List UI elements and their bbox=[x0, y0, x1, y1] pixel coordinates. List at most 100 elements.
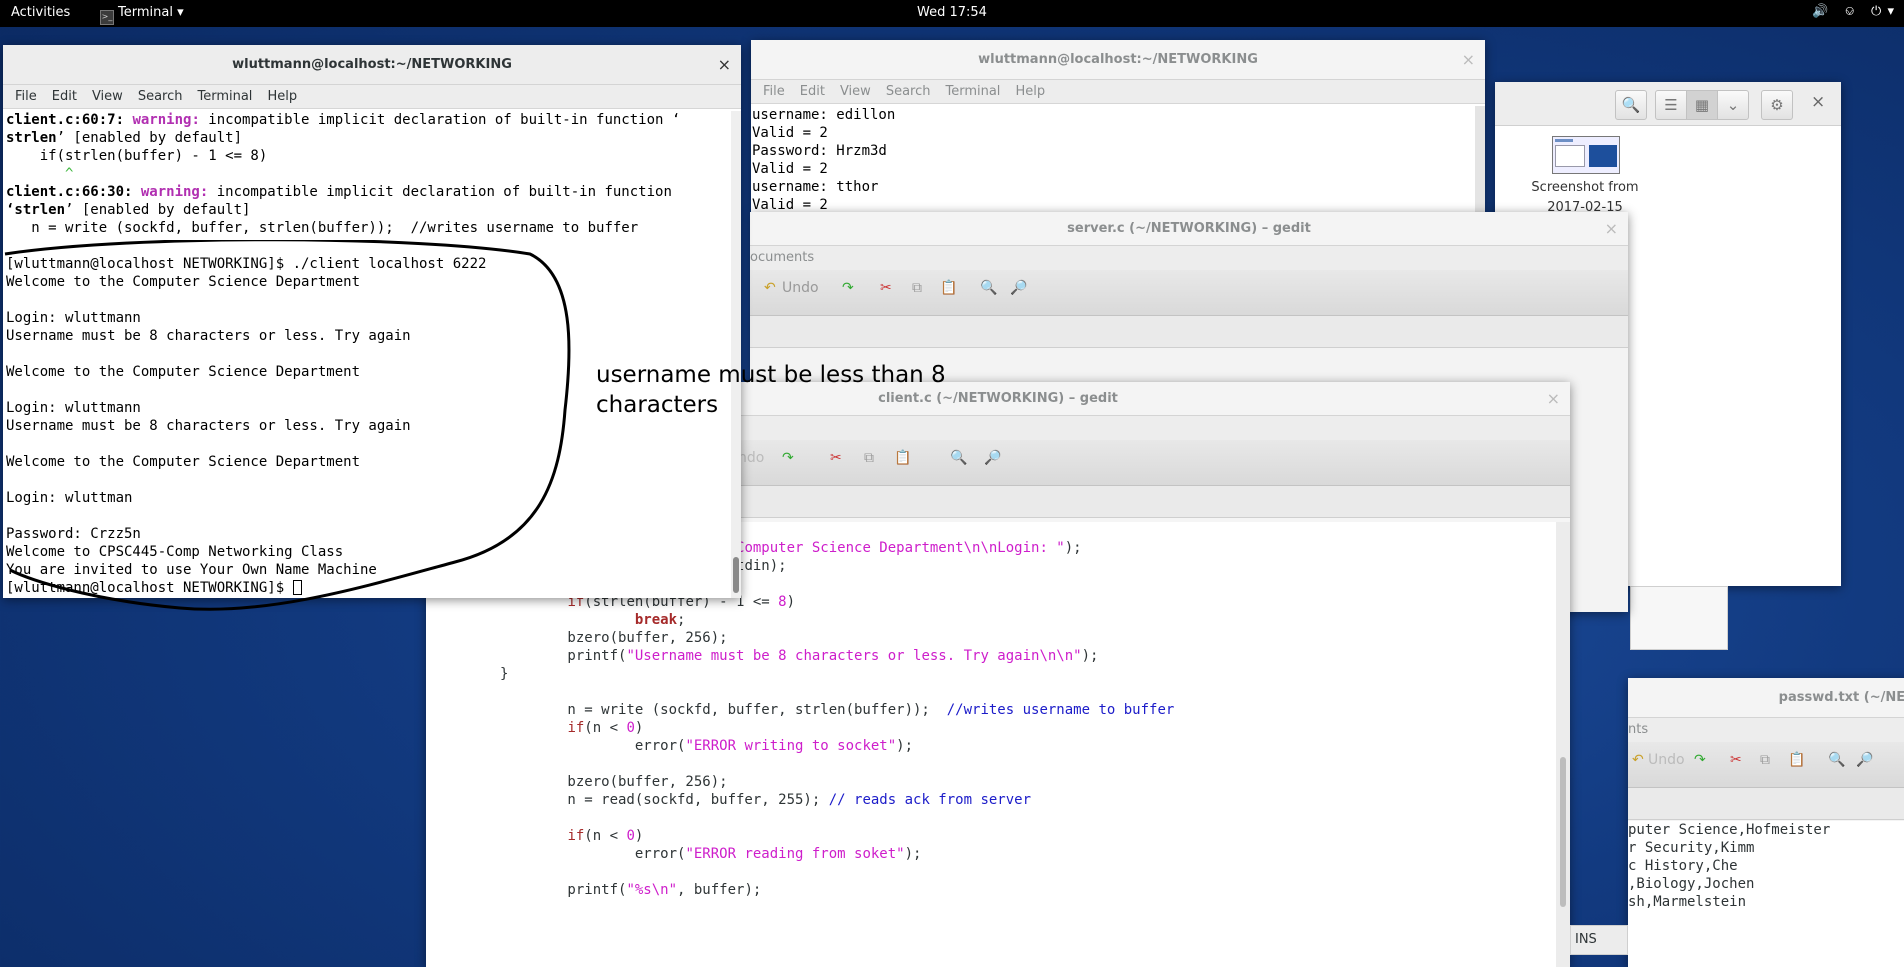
redo-icon[interactable]: ↷ bbox=[842, 280, 854, 296]
code-text: n = write (sockfd, buffer, strlen(buffer… bbox=[500, 702, 947, 718]
system-status-menu[interactable]: 🔊 ⎉ ⏻ ▾ bbox=[1800, 4, 1894, 19]
terminal-window-background[interactable]: wluttmann@localhost:~/NETWORKING × File E… bbox=[751, 40, 1485, 212]
scrollbar[interactable] bbox=[1556, 522, 1570, 967]
paste-icon[interactable]: 📋 bbox=[1788, 752, 1805, 768]
warning-text: incompatible implicit declaration of bui… bbox=[208, 112, 681, 128]
undo-icon[interactable]: ↶ bbox=[764, 280, 776, 296]
code-cmt: //writes username to buffer bbox=[946, 702, 1175, 718]
menu-help[interactable]: Help bbox=[267, 89, 297, 104]
cut-icon[interactable]: ✂ bbox=[1730, 752, 1742, 768]
paste-icon[interactable]: 📋 bbox=[894, 450, 911, 466]
list-view-button[interactable]: ☰ bbox=[1655, 90, 1687, 120]
code-line: bzero(buffer, 256); bbox=[500, 629, 1556, 647]
copy-icon[interactable]: ⧉ bbox=[1760, 752, 1770, 768]
menu-terminal[interactable]: Terminal bbox=[945, 84, 1000, 99]
code-line: bzero(buffer, 256); bbox=[500, 773, 1556, 791]
documents-button[interactable]: nts bbox=[1628, 718, 1904, 742]
find-icon[interactable]: 🔍 bbox=[980, 280, 997, 296]
redo-icon[interactable]: ↷ bbox=[1694, 752, 1706, 768]
replace-icon[interactable]: 🔎 bbox=[1010, 280, 1027, 296]
code-str: "Username must be 8 characters or less. … bbox=[626, 648, 1082, 664]
redo-icon[interactable]: ↷ bbox=[782, 450, 794, 466]
settings-button[interactable]: ⚙ bbox=[1761, 90, 1793, 120]
search-button[interactable]: 🔍 bbox=[1615, 90, 1647, 120]
activities-button[interactable]: Activities bbox=[11, 5, 70, 20]
menu-file[interactable]: File bbox=[763, 84, 785, 99]
gedit-passwd-window[interactable]: passwd.txt (~/NET nts ↶ Undo ↷ ✂ ⧉ 📋 🔍 🔎… bbox=[1628, 678, 1904, 967]
code-line: n = write (sockfd, buffer, strlen(buffer… bbox=[500, 701, 1556, 719]
code-text: n = read(sockfd, buffer, 255); bbox=[500, 792, 829, 808]
view-options-button[interactable]: ⌄ bbox=[1717, 90, 1749, 120]
power-icon: ⏻ bbox=[1871, 4, 1882, 19]
replace-icon[interactable]: 🔎 bbox=[1856, 752, 1873, 768]
paste-icon[interactable]: 📋 bbox=[940, 280, 957, 296]
app-menu[interactable]: >_ Terminal ▾ bbox=[100, 5, 184, 25]
code-line bbox=[500, 755, 1556, 773]
menu-view[interactable]: View bbox=[840, 84, 871, 99]
warning-location: ‘strlen bbox=[6, 202, 66, 218]
clock[interactable]: Wed 17:54 bbox=[917, 5, 987, 20]
code-text: printf( bbox=[500, 648, 627, 664]
menu-file[interactable]: File bbox=[15, 89, 37, 104]
terminal-line: n = write (sockfd, buffer, strlen(buffer… bbox=[6, 219, 741, 237]
undo-button[interactable]: Undo bbox=[782, 280, 819, 296]
app-menu-label: Terminal bbox=[118, 5, 173, 20]
close-icon[interactable]: × bbox=[718, 45, 731, 85]
copy-icon[interactable]: ⧉ bbox=[864, 450, 874, 466]
cut-icon[interactable]: ✂ bbox=[830, 450, 842, 466]
file-manager-header: 🔍 ☰ ▦ ⌄ ⚙ × bbox=[1495, 82, 1841, 126]
find-icon[interactable]: 🔍 bbox=[950, 450, 967, 466]
scrollbar[interactable] bbox=[731, 111, 741, 598]
warning-text: if(strlen(buffer) - 1 <= 8) bbox=[6, 148, 268, 164]
window-titlebar[interactable]: server.c (~/NETWORKING) – gedit × bbox=[750, 212, 1628, 246]
code-text: (n < bbox=[584, 828, 627, 844]
terminal-line: Welcome to the Computer Science Departme… bbox=[6, 454, 361, 470]
grid-view-button[interactable]: ▦ bbox=[1686, 90, 1718, 120]
menu-terminal[interactable]: Terminal bbox=[197, 89, 252, 104]
menu-search[interactable]: Search bbox=[138, 89, 183, 104]
file-thumbnail[interactable] bbox=[1552, 136, 1620, 174]
text-editor[interactable]: puter Science,Hofmeister r Security,Kimm c… bbox=[1628, 821, 1904, 967]
terminal-window[interactable]: wluttmann@localhost:~/NETWORKING × File E… bbox=[3, 45, 741, 598]
grid-view-icon: ▦ bbox=[1694, 96, 1710, 114]
close-icon[interactable]: × bbox=[1462, 40, 1475, 80]
copy-icon[interactable]: ⧉ bbox=[912, 280, 922, 296]
terminal-output[interactable]: username: edillon Valid = 2 Password: Hrzm… bbox=[751, 106, 1485, 212]
undo-icon[interactable]: ↶ bbox=[1632, 752, 1644, 768]
code-kw: break bbox=[634, 612, 678, 628]
find-icon[interactable]: 🔍 bbox=[1828, 752, 1845, 768]
code-text: ) bbox=[786, 594, 796, 610]
menu-search[interactable]: Search bbox=[886, 84, 931, 99]
menu-edit[interactable]: Edit bbox=[800, 84, 825, 99]
terminal-line: client.c:66:30: warning: incompatible im… bbox=[6, 183, 741, 201]
close-icon[interactable]: × bbox=[1547, 382, 1560, 416]
window-titlebar[interactable]: wluttmann@localhost:~/NETWORKING × bbox=[3, 45, 741, 85]
undo-button[interactable]: ndo bbox=[738, 450, 764, 466]
undo-button[interactable]: Undo bbox=[1648, 752, 1685, 768]
terminal-line: if(strlen(buffer) - 1 <= 8) bbox=[6, 147, 741, 165]
documents-button[interactable]: ocuments bbox=[750, 246, 1628, 270]
code-text: ; bbox=[677, 612, 686, 628]
menu-view[interactable]: View bbox=[92, 89, 123, 104]
chevron-down-icon: ⌄ bbox=[1726, 96, 1740, 114]
warning-location: client.c:66:30: bbox=[6, 184, 141, 200]
replace-icon[interactable]: 🔎 bbox=[984, 450, 1001, 466]
window-titlebar[interactable]: passwd.txt (~/NET bbox=[1628, 678, 1904, 718]
cut-icon[interactable]: ✂ bbox=[880, 280, 892, 296]
menu-edit[interactable]: Edit bbox=[52, 89, 77, 104]
insert-mode-indicator: INS bbox=[1570, 925, 1628, 955]
close-icon[interactable]: × bbox=[1605, 212, 1618, 246]
terminal-line: ‘strlen’ [enabled by default] bbox=[6, 201, 741, 219]
close-icon[interactable]: × bbox=[1811, 92, 1825, 112]
terminal-output[interactable]: client.c:60:7: warning: incompatible imp… bbox=[3, 111, 741, 598]
window-titlebar[interactable]: wluttmann@localhost:~/NETWORKING × bbox=[751, 40, 1485, 80]
code-cmt: // reads ack from server bbox=[828, 792, 1032, 808]
terminal-prompt[interactable]: [wluttmann@localhost NETWORKING]$ bbox=[6, 579, 741, 597]
menu-help[interactable]: Help bbox=[1015, 84, 1045, 99]
code-line: } bbox=[500, 665, 1556, 683]
code-text: error( bbox=[500, 738, 686, 754]
menu-bar: File Edit View Search Terminal Help bbox=[3, 85, 741, 109]
menu-bar: File Edit View Search Terminal Help bbox=[751, 80, 1485, 104]
